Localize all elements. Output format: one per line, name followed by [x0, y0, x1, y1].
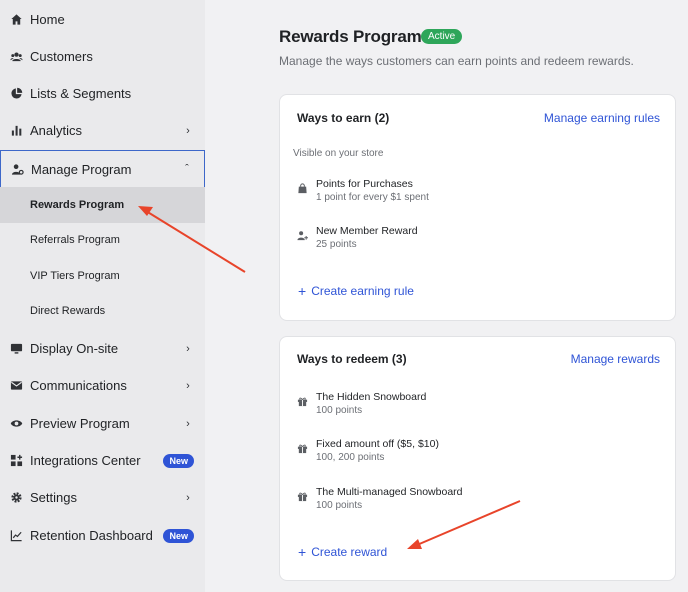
- chevron-right-icon: ›: [186, 491, 190, 504]
- subnav-item-vip-tiers-program[interactable]: VIP Tiers Program: [0, 258, 205, 294]
- sidebar-item-communications[interactable]: Communications ›: [0, 367, 205, 404]
- home-icon: [9, 13, 23, 27]
- sidebar-item-label: Communications: [30, 378, 127, 393]
- sidebar: Home Customers Lists & Segments Analytic…: [0, 0, 205, 592]
- gift-icon: [297, 491, 309, 503]
- sidebar-item-label: Integrations Center: [30, 453, 141, 468]
- sidebar-item-settings[interactable]: Settings ›: [0, 479, 205, 516]
- main-content: Rewards Program Active Manage the ways c…: [205, 0, 688, 592]
- pie-chart-icon: [9, 87, 23, 101]
- sidebar-item-integrations-center[interactable]: Integrations Center New: [0, 442, 205, 479]
- sidebar-item-label: Home: [30, 12, 65, 27]
- ways-to-redeem-card: Ways to redeem (3) Manage rewards The Hi…: [279, 336, 676, 581]
- sidebar-item-home[interactable]: Home: [0, 1, 205, 38]
- list-item[interactable]: Fixed amount off ($5, $10) 100, 200 poin…: [297, 438, 657, 464]
- trend-line-icon: [9, 529, 23, 543]
- list-item-title: Points for Purchases: [316, 178, 413, 190]
- page-subtitle: Manage the ways customers can earn point…: [279, 54, 634, 68]
- list-item[interactable]: The Multi-managed Snowboard 100 points: [297, 486, 657, 512]
- list-item-detail: 25 points: [316, 239, 357, 250]
- customers-icon: [9, 50, 23, 64]
- create-earning-rule-button[interactable]: + Create earning rule: [298, 284, 414, 298]
- list-item[interactable]: New Member Reward 25 points: [297, 225, 657, 251]
- list-item-title: New Member Reward: [316, 225, 418, 237]
- sidebar-item-retention-dashboard[interactable]: Retention Dashboard New: [0, 517, 205, 554]
- user-settings-icon: [10, 162, 24, 176]
- eye-icon: [9, 417, 23, 431]
- section-label: Visible on your store: [293, 148, 384, 159]
- chevron-right-icon: ›: [186, 124, 190, 137]
- monitor-icon: [9, 342, 23, 356]
- list-item-title: The Hidden Snowboard: [316, 391, 427, 403]
- sidebar-item-label: Manage Program: [31, 161, 132, 177]
- sidebar-item-lists-segments[interactable]: Lists & Segments: [0, 75, 205, 112]
- sidebar-item-label: Lists & Segments: [30, 86, 132, 101]
- create-reward-label: Create reward: [311, 545, 388, 559]
- sidebar-item-manage-program[interactable]: Manage Program ˆ: [0, 150, 205, 188]
- card-title: Ways to earn (2): [297, 111, 390, 125]
- ways-to-earn-card: Ways to earn (2) Manage earning rules Vi…: [279, 94, 676, 321]
- list-item-detail: 100 points: [316, 405, 363, 416]
- sidebar-item-preview-program[interactable]: Preview Program ›: [0, 405, 205, 442]
- plus-icon: +: [298, 544, 307, 560]
- page-title: Rewards Program: [279, 27, 422, 46]
- gift-icon: [297, 443, 309, 455]
- manage-rewards-link[interactable]: Manage rewards: [571, 352, 660, 366]
- gear-icon: [9, 491, 23, 505]
- manage-earning-rules-link[interactable]: Manage earning rules: [544, 111, 660, 125]
- subnav-item-direct-rewards[interactable]: Direct Rewards: [0, 293, 205, 329]
- sidebar-item-label: Settings: [30, 490, 77, 505]
- new-badge: New: [163, 528, 194, 543]
- list-item-title: The Multi-managed Snowboard: [316, 486, 463, 498]
- user-plus-icon: [297, 230, 309, 242]
- plus-icon: +: [298, 283, 307, 299]
- grid-plus-icon: [9, 454, 23, 468]
- sidebar-item-display-onsite[interactable]: Display On-site ›: [0, 330, 205, 367]
- chevron-right-icon: ›: [186, 379, 190, 392]
- sidebar-item-label: Analytics: [30, 123, 83, 138]
- mail-icon: [9, 379, 23, 393]
- create-reward-button[interactable]: + Create reward: [298, 545, 387, 559]
- list-item-title: Fixed amount off ($5, $10): [316, 438, 439, 450]
- list-item[interactable]: The Hidden Snowboard 100 points: [297, 391, 657, 417]
- card-title: Ways to redeem (3): [297, 352, 407, 366]
- create-earning-rule-label: Create earning rule: [311, 284, 414, 298]
- sidebar-item-label: Display On-site: [30, 341, 119, 356]
- chevron-up-icon: ˆ: [185, 163, 189, 175]
- chevron-right-icon: ›: [186, 417, 190, 430]
- bar-chart-icon: [9, 124, 23, 138]
- list-item-detail: 1 point for every $1 spent: [316, 192, 429, 203]
- chevron-right-icon: ›: [186, 342, 190, 355]
- list-item-detail: 100, 200 points: [316, 452, 385, 463]
- sidebar-item-customers[interactable]: Customers: [0, 38, 205, 75]
- list-item-detail: 100 points: [316, 500, 363, 511]
- sidebar-item-label: Retention Dashboard: [30, 528, 153, 543]
- sidebar-item-label: Customers: [30, 49, 93, 64]
- sidebar-item-label: Preview Program: [30, 416, 130, 431]
- shopping-bag-icon: [297, 183, 309, 195]
- gift-icon: [297, 396, 309, 408]
- subnav-item-referrals-program[interactable]: Referrals Program: [0, 222, 205, 258]
- sidebar-item-analytics[interactable]: Analytics ›: [0, 112, 205, 149]
- subnav-item-rewards-program[interactable]: Rewards Program: [0, 187, 205, 223]
- list-item[interactable]: Points for Purchases 1 point for every $…: [297, 178, 657, 204]
- new-badge: New: [163, 453, 194, 468]
- status-badge: Active: [421, 29, 463, 44]
